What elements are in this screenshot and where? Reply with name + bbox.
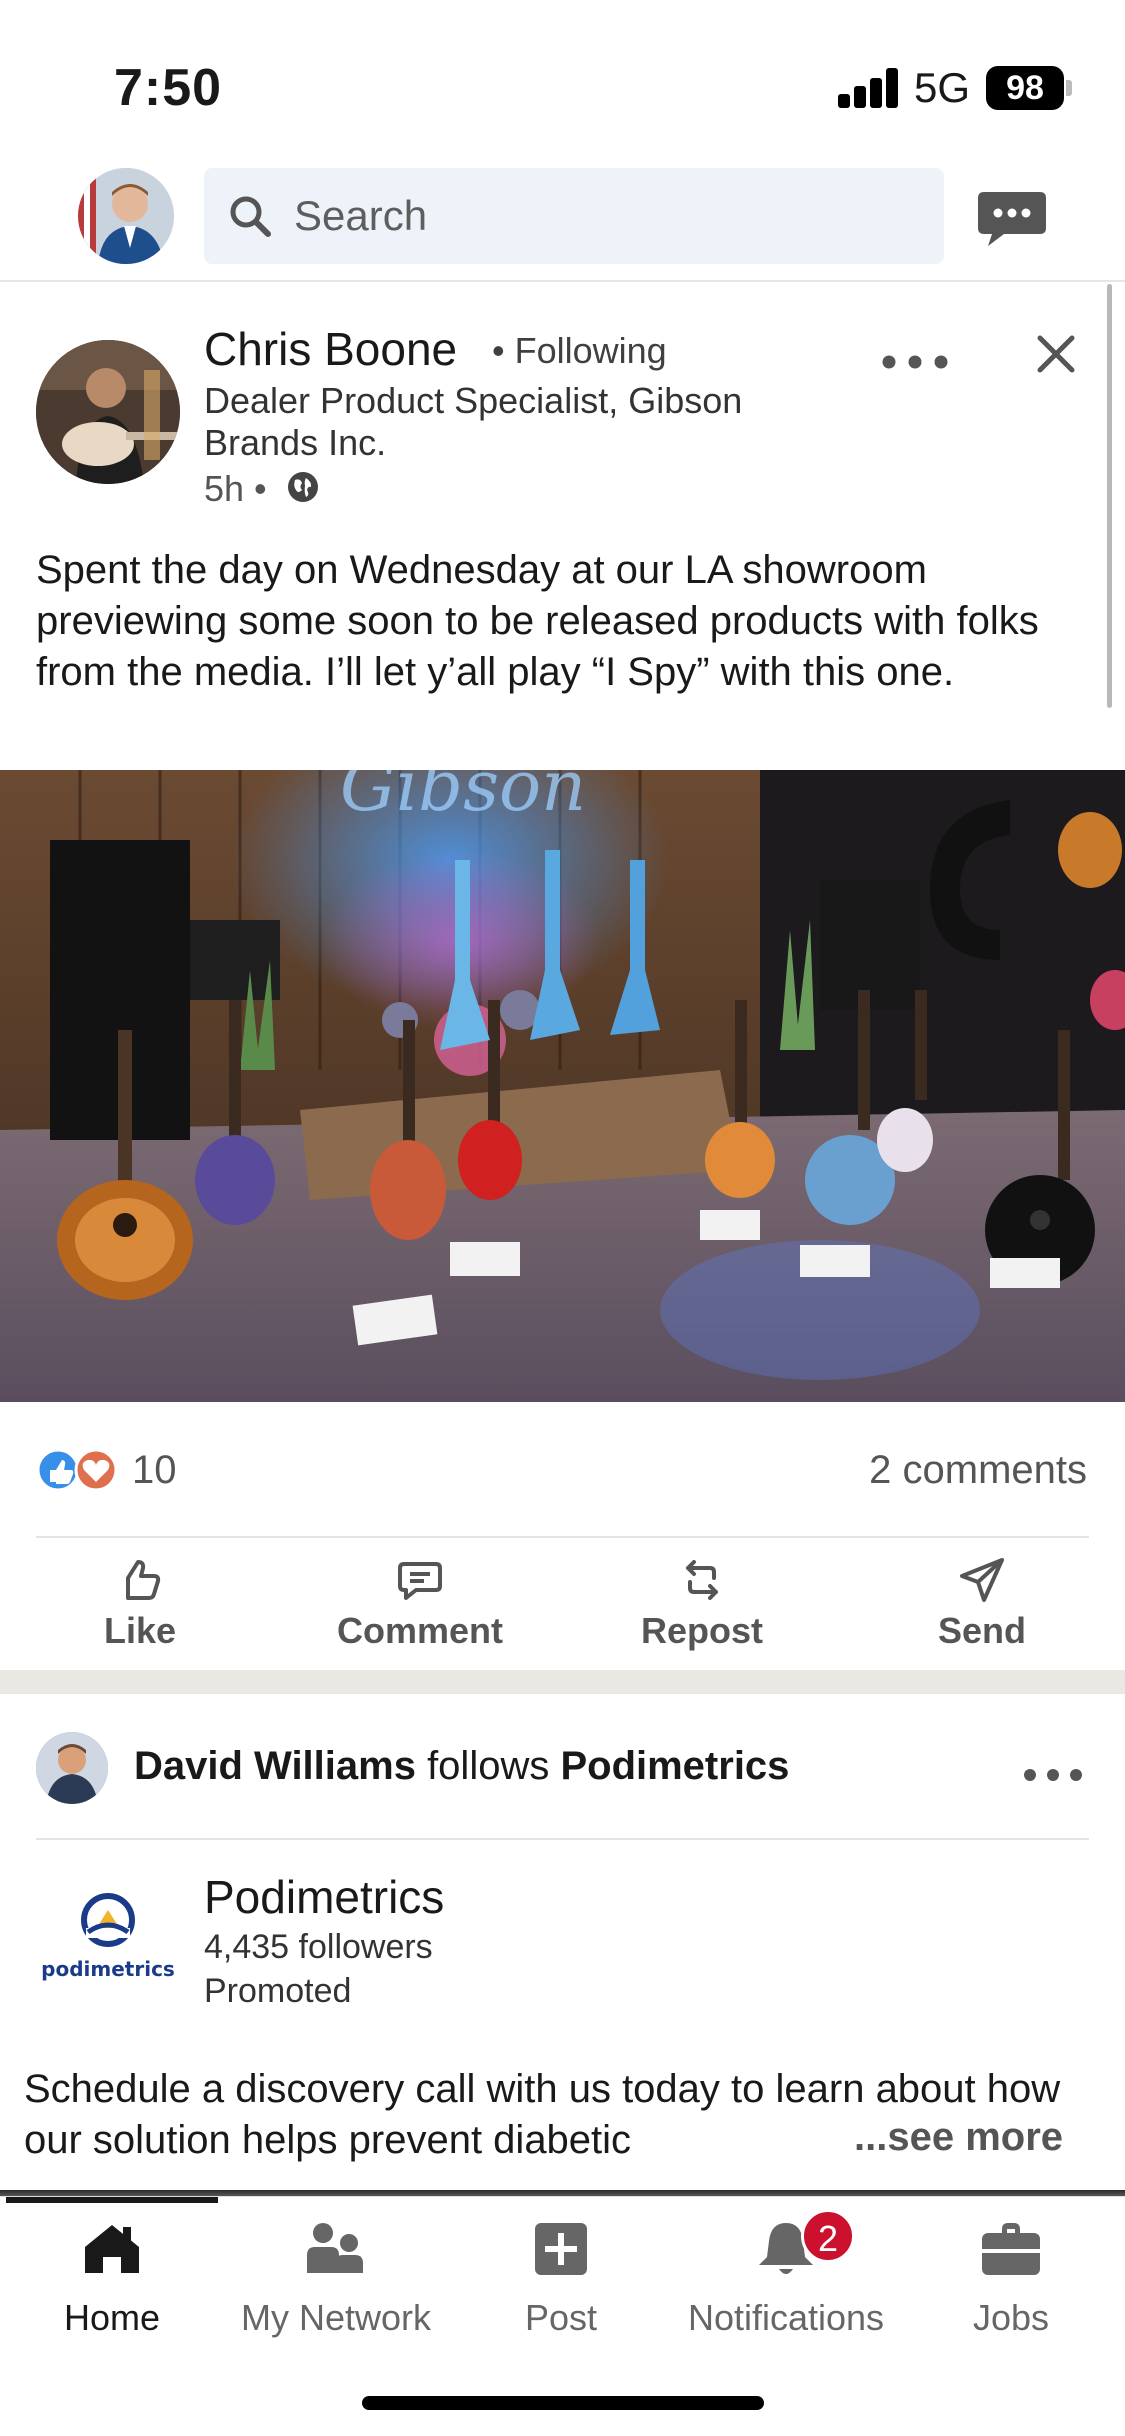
status-time: 7:50 [114, 59, 223, 117]
comments-count[interactable]: 2 comments [869, 1448, 1087, 1493]
company-followers: 4,435 followers [204, 1928, 433, 1966]
social-counts: 10 2 comments [0, 1402, 1125, 1532]
repost-icon [686, 1560, 718, 1600]
activity-header: David Williams follows Podimetrics [0, 1694, 1125, 1840]
like-button[interactable]: Like [40, 1556, 240, 1652]
top-bar [0, 160, 1125, 282]
more-options-icon[interactable] [1022, 1766, 1084, 1784]
nav-notifications-label: Notifications [687, 2297, 885, 2338]
nav-home[interactable]: Home [2, 2219, 222, 2339]
signal-icon [838, 68, 900, 108]
activity-actor[interactable]: David Williams [134, 1744, 416, 1788]
post-action-bar: Like Comment Repost Send [0, 1538, 1125, 1670]
feed-separator [0, 1670, 1125, 1694]
author-name[interactable]: Chris Boone [204, 322, 457, 376]
nav-post[interactable]: Post [451, 2219, 671, 2339]
post-text: Spent the day on Wednesday at our LA sho… [36, 548, 1039, 694]
nav-my-network[interactable]: My Network [226, 2219, 446, 2339]
nav-home-label: Home [63, 2297, 161, 2338]
battery-tip [1066, 80, 1072, 96]
repost-button[interactable]: Repost [602, 1556, 802, 1652]
activity-avatar[interactable] [36, 1732, 108, 1804]
send-button[interactable]: Send [882, 1556, 1082, 1652]
company-logo[interactable]: podimetrics [40, 1888, 176, 1998]
activity-text: David Williams follows Podimetrics [134, 1744, 789, 1789]
notifications-badge: 2 [801, 2209, 855, 2263]
briefcase-icon [982, 2223, 1040, 2275]
nav-network-label: My Network [240, 2297, 432, 2338]
post-plus-icon [535, 2223, 587, 2275]
post-image[interactable]: Gibson [0, 770, 1125, 1402]
send-icon [960, 1558, 1004, 1602]
search-bar[interactable] [204, 168, 944, 264]
messaging-icon[interactable] [976, 188, 1048, 248]
svg-text:Gibson: Gibson [340, 770, 586, 827]
reaction-count[interactable]: 10 [132, 1448, 177, 1493]
author-headline: Dealer Product Specialist, Gibson Brands… [204, 380, 743, 463]
repost-label: Repost [640, 1610, 763, 1651]
network-label: 5G [914, 64, 971, 111]
post-header: Chris Boone • Following Dealer Product S… [0, 282, 1125, 532]
status-bar: 7:50 5G 98 [0, 0, 1125, 150]
activity-target[interactable]: Podimetrics [560, 1744, 789, 1788]
search-input[interactable] [294, 168, 914, 264]
battery-icon: 98 [986, 66, 1064, 110]
nav-jobs-label: Jobs [972, 2297, 1050, 2338]
company-logo-text: podimetrics [41, 1957, 175, 1981]
post-time: 5h • [204, 468, 267, 509]
author-avatar[interactable] [36, 340, 180, 484]
home-icon [85, 2225, 139, 2273]
like-label: Like [103, 1610, 177, 1651]
network-icon [307, 2223, 363, 2273]
company-name[interactable]: Podimetrics [204, 1870, 444, 1924]
more-options-icon[interactable] [880, 352, 950, 372]
promoted-label: Promoted [204, 1972, 352, 2010]
nav-notifications[interactable]: 2 Notifications [676, 2209, 896, 2339]
nav-jobs[interactable]: Jobs [901, 2219, 1121, 2339]
activity-verb: follows [415, 1744, 561, 1788]
see-more-link[interactable]: ...see more [850, 2115, 1064, 2160]
profile-avatar[interactable] [78, 168, 174, 264]
close-icon[interactable] [1034, 332, 1078, 376]
comment-label: Comment [336, 1610, 503, 1651]
comment-button[interactable]: Comment [320, 1556, 520, 1652]
active-tab-indicator [6, 2197, 218, 2203]
like-icon [126, 1560, 161, 1600]
reactions-icon[interactable] [36, 1448, 120, 1492]
comment-icon [398, 1562, 442, 1600]
globe-icon [288, 472, 318, 502]
search-icon [230, 196, 271, 237]
home-indicator[interactable] [362, 2396, 764, 2410]
send-label: Send [937, 1610, 1026, 1651]
following-status: • Following [492, 330, 667, 371]
nav-post-label: Post [524, 2297, 598, 2338]
divider [36, 1838, 1089, 1840]
